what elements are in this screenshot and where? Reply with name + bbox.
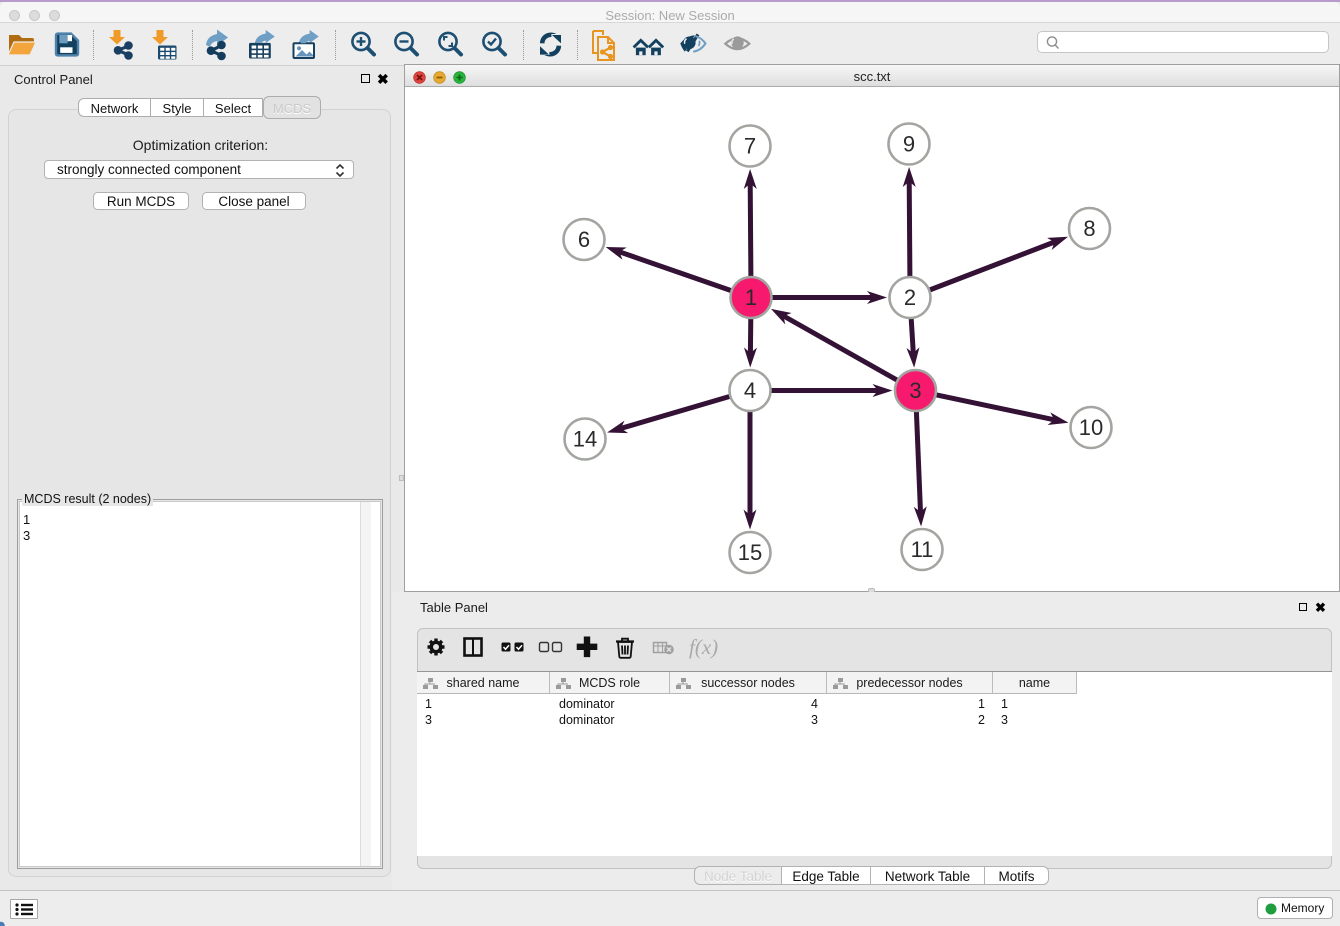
svg-text:1: 1 [745,285,757,310]
svg-text:3: 3 [909,378,921,403]
svg-text:f(x): f(x) [689,635,718,659]
svg-text:15: 15 [738,540,762,565]
svg-text:2: 2 [904,285,916,310]
svg-text:9: 9 [903,132,915,157]
svg-text:14: 14 [573,427,597,452]
svg-text:8: 8 [1083,216,1095,241]
svg-text:7: 7 [744,134,756,159]
svg-text:6: 6 [578,227,590,252]
svg-text:10: 10 [1079,415,1103,440]
svg-text:4: 4 [744,378,756,403]
svg-text:11: 11 [911,537,934,562]
